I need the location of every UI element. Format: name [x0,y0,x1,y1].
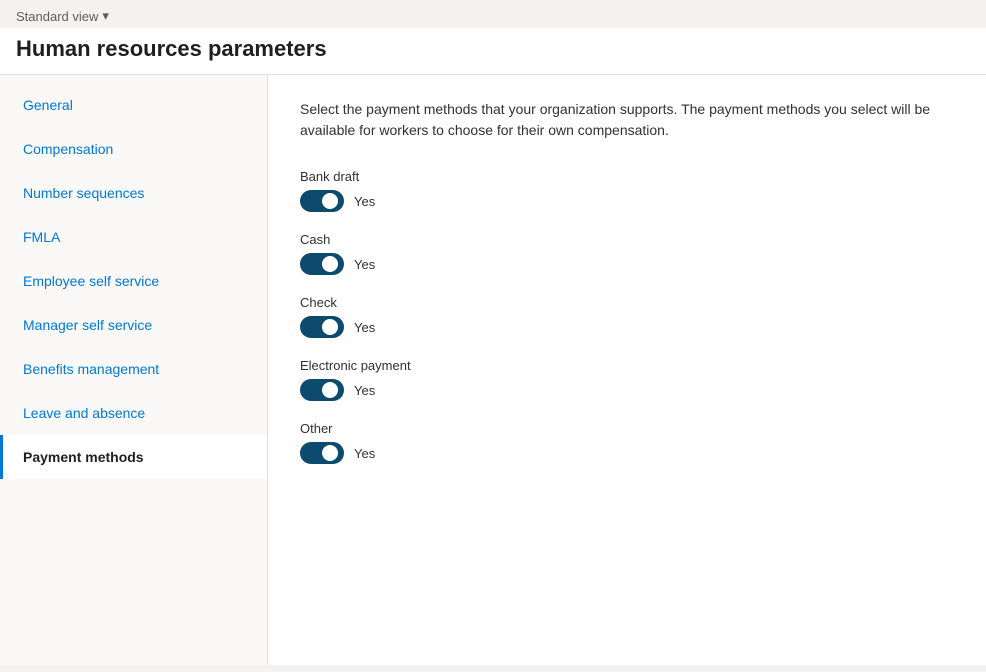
toggle-track-1 [300,253,344,275]
top-bar: Standard view ▾ [0,0,986,28]
toggle-row-3: Yes [300,379,954,401]
sidebar: GeneralCompensationNumber sequencesFMLAE… [0,75,268,665]
page-title: Human resources parameters [16,36,970,62]
chevron-down-icon[interactable]: ▾ [102,8,109,24]
standard-view-label[interactable]: Standard view [16,9,98,24]
payment-method-row-4: Other Yes [300,421,954,464]
toggle-0[interactable] [300,190,344,212]
toggle-row-2: Yes [300,316,954,338]
sidebar-item-payment-methods[interactable]: Payment methods [0,435,267,479]
toggle-value-1: Yes [354,257,375,272]
sidebar-item-employee-self-service[interactable]: Employee self service [0,259,267,303]
toggle-1[interactable] [300,253,344,275]
payment-method-label-4: Other [300,421,954,436]
sidebar-item-general[interactable]: General [0,83,267,127]
sidebar-item-manager-self-service[interactable]: Manager self service [0,303,267,347]
toggle-row-1: Yes [300,253,954,275]
toggle-value-4: Yes [354,446,375,461]
toggle-track-4 [300,442,344,464]
toggle-thumb-1 [322,256,338,272]
payment-method-row-2: Check Yes [300,295,954,338]
toggle-row-0: Yes [300,190,954,212]
toggle-value-3: Yes [354,383,375,398]
main-content: Select the payment methods that your org… [268,75,986,665]
payment-method-label-1: Cash [300,232,954,247]
page-header: Human resources parameters [0,28,986,75]
toggle-track-3 [300,379,344,401]
toggle-thumb-4 [322,445,338,461]
toggle-row-4: Yes [300,442,954,464]
sidebar-item-benefits-management[interactable]: Benefits management [0,347,267,391]
toggle-thumb-3 [322,382,338,398]
sidebar-item-number-sequences[interactable]: Number sequences [0,171,267,215]
payment-method-row-3: Electronic payment Yes [300,358,954,401]
sidebar-item-compensation[interactable]: Compensation [0,127,267,171]
payment-method-row-0: Bank draft Yes [300,169,954,212]
toggle-track-0 [300,190,344,212]
payment-method-row-1: Cash Yes [300,232,954,275]
toggle-thumb-2 [322,319,338,335]
description-text: Select the payment methods that your org… [300,99,954,141]
payment-methods-container: Bank draftYesCashYesCheckYesElectronic p… [300,169,954,464]
content-area: GeneralCompensationNumber sequencesFMLAE… [0,75,986,665]
sidebar-item-fmla[interactable]: FMLA [0,215,267,259]
payment-method-label-2: Check [300,295,954,310]
toggle-thumb-0 [322,193,338,209]
toggle-value-2: Yes [354,320,375,335]
payment-method-label-3: Electronic payment [300,358,954,373]
toggle-value-0: Yes [354,194,375,209]
toggle-3[interactable] [300,379,344,401]
toggle-4[interactable] [300,442,344,464]
toggle-2[interactable] [300,316,344,338]
toggle-track-2 [300,316,344,338]
payment-method-label-0: Bank draft [300,169,954,184]
sidebar-item-leave-and-absence[interactable]: Leave and absence [0,391,267,435]
